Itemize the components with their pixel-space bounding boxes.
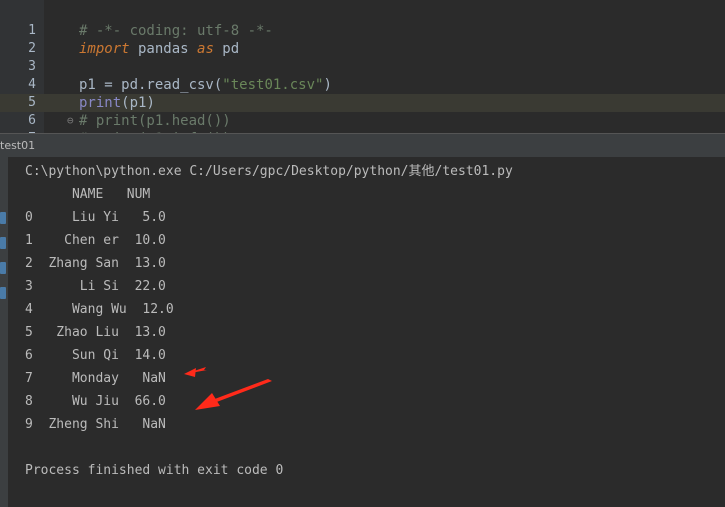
run-panel-header: test01 [0,133,725,157]
run-toolbar [0,157,8,507]
line-number: 1 [28,23,36,38]
table-row: 4 Wang Wu 12.0 [25,302,174,317]
table-row: 6 Sun Qi 14.0 [25,348,166,363]
code-text[interactable]: print(p1) [79,94,155,112]
line-number: 3 [28,59,36,74]
annotation-arrow-2 [195,379,272,410]
table-row: 9 Zheng Shi NaN [25,417,166,432]
scroll-to-end-icon[interactable] [0,287,6,299]
rerun-icon[interactable] [0,212,6,224]
line-number: 5 [28,95,36,110]
run-console[interactable]: C:\python\python.exe C:/Users/gpc/Deskto… [8,157,725,507]
table-row: 8 Wu Jiu 66.0 [25,394,166,409]
code-line[interactable]: 4 p1 = pd.read_csv("test01.csv") [0,76,725,94]
table-row: 7 Monday NaN [25,371,166,386]
soft-wrap-icon[interactable] [0,262,6,274]
table-row: 5 Zhao Liu 13.0 [25,325,166,340]
line-number: 6 [28,113,36,128]
code-line[interactable]: 6 # print(p1.head()) ⊖ [0,112,725,130]
code-line[interactable]: 2 import pandas as pd [0,40,725,58]
run-tab-test01[interactable]: test01 [0,134,39,158]
code-text[interactable]: # -*- coding: utf-8 -*- [79,22,273,40]
table-row: 2 Zhang San 13.0 [25,256,166,271]
code-text[interactable]: # print(p1.head()) [79,112,231,130]
code-line[interactable]: 1 # -*- coding: utf-8 -*- [0,22,725,40]
code-line[interactable]: 3 [0,58,725,76]
fold-icon[interactable]: ⊖ [67,112,74,130]
table-row: 1 Chen er 10.0 [25,233,166,248]
stop-icon[interactable] [0,237,6,249]
table-row: 3 Li Si 22.0 [25,279,166,294]
table-row: 0 Liu Yi 5.0 [25,210,166,225]
run-command: C:\python\python.exe C:/Users/gpc/Deskto… [25,164,513,179]
exit-message: Process finished with exit code 0 [25,463,284,478]
line-number: 4 [28,77,36,92]
table-header: NAME NUM [25,187,151,202]
code-text[interactable]: import pandas as pd [79,40,239,58]
code-text[interactable]: p1 = pd.read_csv("test01.csv") [79,76,332,94]
code-editor[interactable]: 1 # -*- coding: utf-8 -*- 2 import pandas a… [0,0,725,133]
line-number: 2 [28,41,36,56]
code-line[interactable]: 5 print(p1) [0,94,725,112]
